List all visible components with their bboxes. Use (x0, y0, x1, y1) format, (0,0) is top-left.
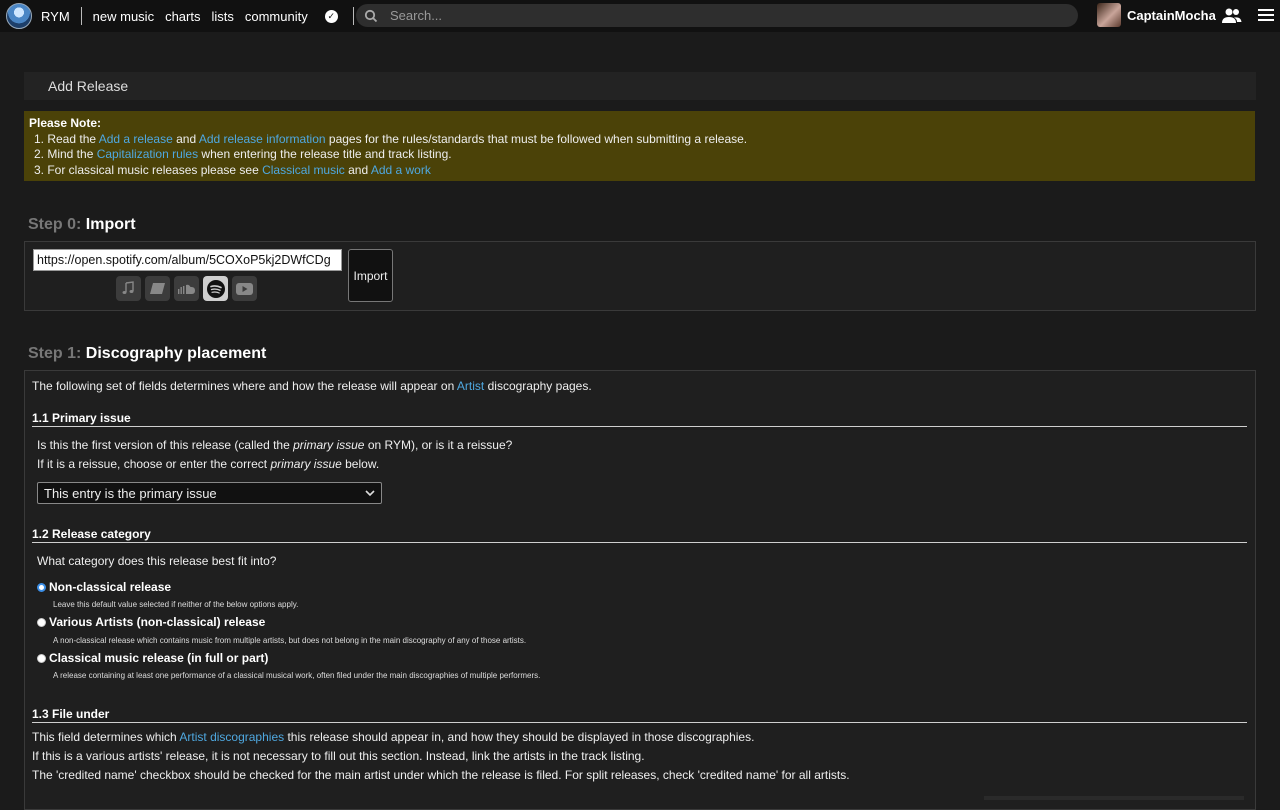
soundcloud-button[interactable] (174, 276, 199, 301)
note-text: pages for the rules/standards that must … (325, 131, 748, 146)
nav-charts[interactable]: charts (165, 9, 200, 24)
file-under-line-1: This field determines which Artist disco… (32, 730, 754, 744)
search-input[interactable] (388, 7, 1072, 24)
radio-button[interactable] (37, 582, 46, 592)
primary-issue-select[interactable]: This entry is the primary issue (37, 482, 382, 504)
radio-description: A non-classical release which contains m… (53, 636, 527, 645)
step-0-title: Step 0: Import (28, 216, 136, 234)
note-line-2: 2. Mind the Capitalization rules when en… (29, 147, 1250, 163)
note-heading: Please Note: (29, 116, 102, 130)
file-under-line-2: If this is a various artists' release, i… (32, 749, 645, 763)
apple-music-icon (122, 281, 134, 294)
nav-community[interactable]: community (245, 9, 308, 24)
intro-text: The following set of fields determines w… (32, 379, 457, 393)
radio-various-artists[interactable]: Various Artists (non-classical) release (37, 615, 265, 629)
verified-check-icon[interactable]: ✓ (324, 9, 338, 23)
radio-label[interactable]: Various Artists (non-classical) release (49, 615, 265, 629)
step-1-title: Step 1: Discography placement (28, 345, 266, 363)
file-under-line-3: The 'credited name' checkbox should be c… (32, 768, 850, 782)
release-category-question: What category does this release best fit… (37, 554, 277, 568)
question-text: on RYM), or is it a reissue? (364, 438, 513, 452)
add-a-work-link[interactable]: Add a work (371, 163, 431, 177)
nav-new-music[interactable]: new music (93, 9, 154, 24)
instruction-text: below. (341, 457, 380, 471)
note-text: 3. For classical music releases please s… (34, 162, 263, 177)
note-text: 1. Read the (34, 131, 99, 146)
file-under-input-edge[interactable] (984, 796, 1244, 800)
note-line-3: 3. For classical music releases please s… (29, 163, 1250, 179)
friends-icon[interactable] (1222, 7, 1242, 25)
step-heading: Discography placement (85, 345, 267, 362)
radio-non-classical[interactable]: Non-classical release (37, 580, 171, 594)
radio-label[interactable]: Classical music release (in full or part… (49, 651, 268, 665)
spotify-icon (206, 279, 225, 298)
nav-lists[interactable]: lists (211, 9, 233, 24)
step-number: Step 0: (28, 216, 82, 233)
radio-classical[interactable]: Classical music release (in full or part… (37, 651, 268, 665)
search-bar[interactable] (356, 4, 1078, 27)
classical-music-link[interactable]: Classical music (262, 163, 345, 177)
note-text: when entering the release title and trac… (198, 147, 452, 161)
intro-text: discography pages. (484, 379, 592, 393)
bandcamp-icon (150, 283, 165, 294)
radio-description: Leave this default value selected if nei… (53, 600, 299, 609)
hamburger-menu-icon[interactable] (1258, 8, 1274, 22)
search-icon (364, 9, 378, 22)
apple-music-button[interactable] (116, 276, 141, 301)
radio-button[interactable] (37, 617, 46, 627)
user-menu[interactable]: CaptainMocha (1097, 3, 1216, 27)
note-line-1: 1. Read the Add a release and Add releas… (29, 132, 1250, 148)
note-text: and (172, 131, 199, 146)
discography-placement-panel (24, 370, 1256, 810)
artist-link[interactable]: Artist (457, 379, 484, 393)
file-under-text: this release should appear in, and how t… (284, 730, 755, 744)
page-title-bar: Add Release (24, 72, 1256, 100)
primary-issue-instruction: If it is a reissue, choose or enter the … (37, 457, 379, 471)
artist-discographies-link[interactable]: Artist discographies (179, 730, 284, 744)
spotify-button[interactable] (203, 276, 228, 301)
page-title: Add Release (48, 78, 129, 94)
username[interactable]: CaptainMocha (1127, 8, 1216, 23)
radio-label[interactable]: Non-classical release (49, 580, 171, 594)
step-1-intro: The following set of fields determines w… (32, 379, 592, 393)
rym-logo-icon[interactable] (6, 3, 32, 29)
soundcloud-icon (178, 284, 195, 294)
note-text: and (344, 162, 371, 177)
capitalization-rules-link[interactable]: Capitalization rules (97, 147, 198, 161)
primary-issue-question: Is this the first version of this releas… (37, 438, 512, 452)
radio-button[interactable] (37, 653, 46, 663)
chevron-down-icon (365, 490, 375, 497)
please-note-box: Please Note: 1. Read the Add a release a… (24, 111, 1255, 181)
instruction-text: If it is a reissue, choose or enter the … (37, 457, 271, 471)
youtube-button[interactable] (232, 276, 257, 301)
avatar[interactable] (1097, 3, 1121, 27)
brand-link[interactable]: RYM (41, 9, 70, 24)
add-release-information-link[interactable]: Add release information (199, 132, 326, 146)
import-button[interactable]: Import (348, 249, 393, 302)
radio-description: A release containing at least one perfor… (53, 671, 541, 680)
question-text: Is this the first version of this releas… (37, 438, 294, 452)
primary-issue-selected-value: This entry is the primary issue (44, 485, 217, 501)
import-url-input[interactable] (33, 249, 342, 271)
add-a-release-link[interactable]: Add a release (99, 132, 173, 146)
question-emphasis: primary issue (293, 438, 365, 452)
nav-divider (352, 7, 354, 25)
step-heading: Import (85, 216, 136, 233)
section-1-2-heading: 1.2 Release category (32, 527, 1247, 543)
nav-divider (80, 7, 82, 25)
section-1-3-heading: 1.3 File under (32, 707, 1247, 723)
youtube-icon (236, 282, 253, 295)
file-under-text: This field determines which (32, 730, 180, 744)
bandcamp-button[interactable] (145, 276, 170, 301)
note-text: 2. Mind the (34, 147, 97, 161)
section-1-1-heading: 1.1 Primary issue (32, 411, 1247, 427)
step-number: Step 1: (28, 345, 82, 362)
instruction-emphasis: primary issue (270, 457, 342, 471)
